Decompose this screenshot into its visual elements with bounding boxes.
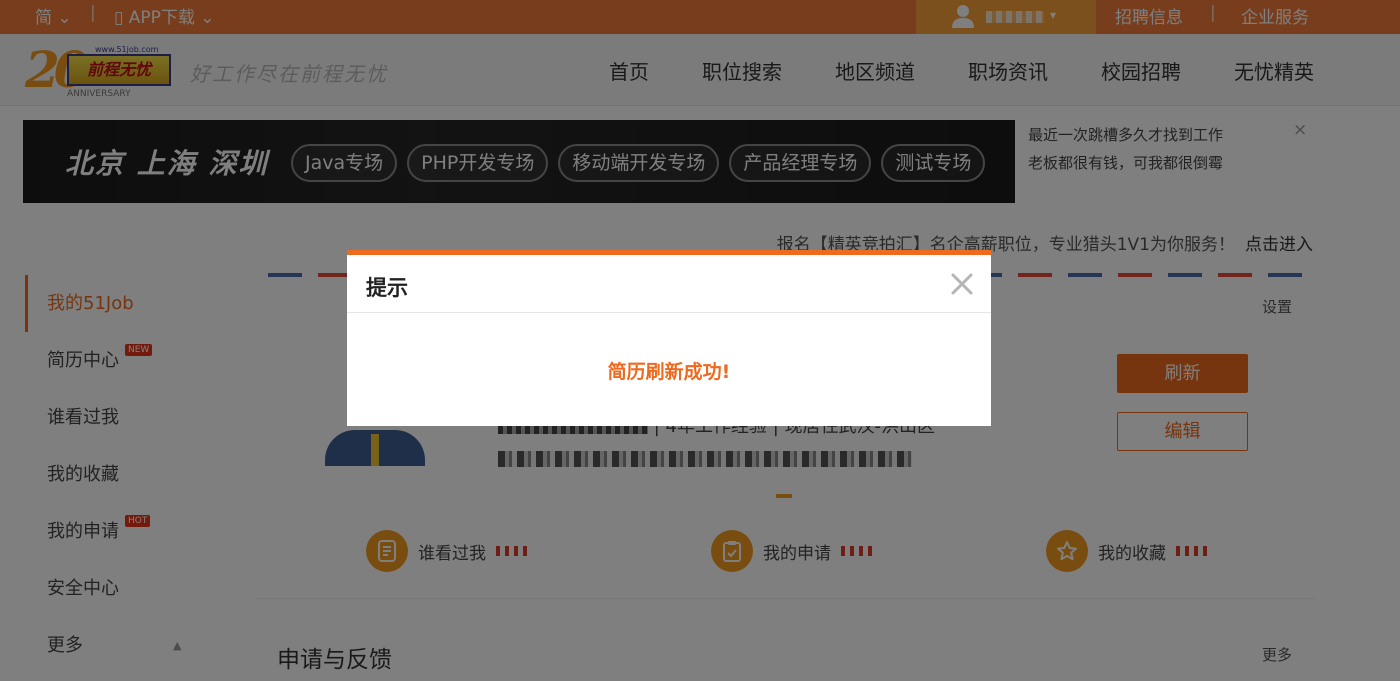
- close-icon[interactable]: [947, 269, 977, 299]
- page: 简 ⌄ | ▯ APP下载 ⌄ ▾ 招聘信息 | 企业服务 20 www.51j…: [0, 0, 1400, 681]
- dialog-message: 简历刷新成功!: [607, 361, 731, 383]
- dialog-title: 提示: [366, 276, 408, 300]
- notice-dialog: 提示 简历刷新成功!: [347, 250, 991, 426]
- dialog-header: 提示: [347, 255, 991, 313]
